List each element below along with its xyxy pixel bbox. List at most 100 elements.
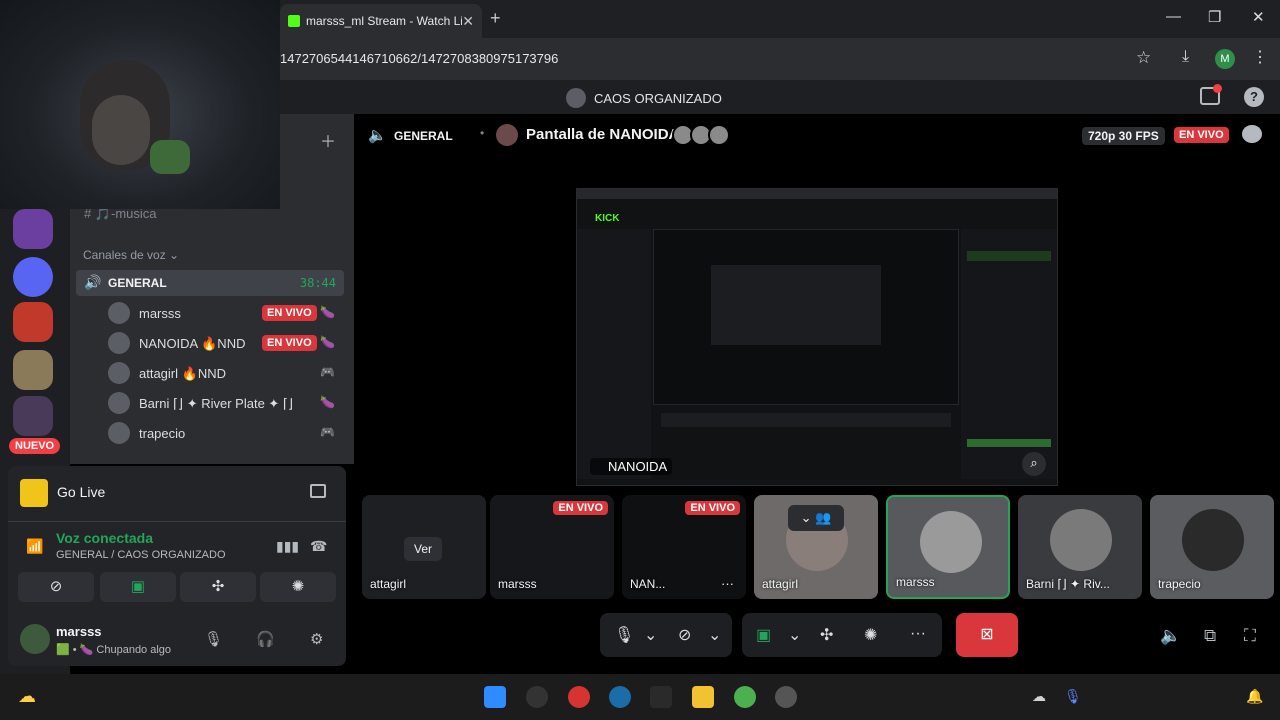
stream-channel-name: GENERAL	[394, 129, 453, 143]
fullscreen-icon[interactable]: ⛶	[1244, 626, 1256, 646]
search-icon[interactable]	[526, 686, 548, 708]
chevron-down-icon[interactable]: ⌄	[644, 625, 657, 645]
participant-tile[interactable]: Ver attagirl	[362, 495, 486, 599]
soundboard-button[interactable]: ✺	[260, 572, 336, 602]
microphone-icon[interactable]: 🎙	[614, 625, 634, 645]
live-badge: EN VIVO	[553, 501, 608, 515]
participant-tile[interactable]: marsss	[886, 495, 1010, 599]
stop-stream-button[interactable]: ⊠	[956, 613, 1018, 657]
voice-member[interactable]: marsss EN VIVO 🍆	[108, 302, 344, 326]
user-avatar[interactable]	[20, 624, 50, 654]
avatar	[108, 302, 130, 324]
avatar	[108, 422, 130, 444]
group-icon[interactable]: ⌄ 👥	[788, 505, 844, 531]
app-icon[interactable]	[775, 686, 797, 708]
separator-dot: •	[480, 126, 485, 140]
download-icon[interactable]: ⤓	[1182, 48, 1189, 66]
add-member-icon[interactable]: ＋	[320, 128, 336, 152]
maximize-button[interactable]: ❐	[1208, 8, 1221, 26]
noise-suppression-icon[interactable]: ▮▮▮	[276, 538, 299, 555]
more-options-icon[interactable]: ···	[910, 625, 926, 643]
screen-share-icon[interactable]: ▣	[756, 625, 771, 645]
minimize-button[interactable]: —	[1166, 8, 1181, 25]
chrome-icon[interactable]	[734, 686, 756, 708]
go-live-label[interactable]: Go Live	[57, 484, 105, 500]
tile-label: trapecio	[1158, 577, 1201, 591]
shared-nested-screen	[711, 265, 881, 345]
participant-tile[interactable]: EN VIVO NAN... ···	[622, 495, 746, 599]
url-field[interactable]: 1472706544146710662/1472708380975173796	[280, 51, 558, 66]
stream-stage: 🔈 GENERAL • Pantalla de NANOIDA 720p 30 …	[354, 114, 1280, 674]
system-tray-icon[interactable]: ☁	[1032, 688, 1046, 705]
participant-tile[interactable]: ⌄ 👥 attagirl	[754, 495, 878, 599]
shared-description	[661, 413, 951, 427]
volume-icon[interactable]: 🔈	[1160, 626, 1181, 646]
chat-icon[interactable]	[1242, 125, 1262, 143]
voice-category[interactable]: Canales de voz ⌄	[83, 248, 179, 262]
shared-screen[interactable]: KICK	[576, 188, 1058, 486]
server-item[interactable]	[13, 396, 53, 436]
microphone-icon[interactable]: 🎙	[204, 630, 223, 648]
member-name: Barni ⌈⌋ ✦ River Plate ✦ ⌈⌋	[139, 396, 294, 411]
zoom-icon[interactable]: ⌕	[1022, 452, 1046, 476]
user-name[interactable]: marsss	[56, 624, 102, 639]
headphones-icon[interactable]: 🎧	[256, 630, 275, 648]
chevron-down-icon[interactable]: ⌄	[788, 625, 801, 645]
bookmark-star-icon[interactable]: ☆	[1136, 48, 1151, 68]
stream-quality-badge: 720p 30 FPS	[1082, 127, 1165, 145]
server-item[interactable]	[13, 209, 53, 249]
disconnect-icon[interactable]: ☎	[310, 538, 327, 555]
new-badge: NUEVO	[9, 438, 61, 454]
signal-icon[interactable]: 📶	[26, 538, 43, 555]
speaker-icon: 🔈	[368, 127, 387, 144]
participant-tile[interactable]: Barni ⌈⌋ ✦ Riv...	[1018, 495, 1142, 599]
profile-avatar[interactable]: M	[1215, 49, 1235, 69]
live-badge: EN VIVO	[685, 501, 740, 515]
close-tab-icon[interactable]: ✕	[462, 13, 474, 30]
steam-icon[interactable]	[609, 686, 631, 708]
activities-button[interactable]: ✣	[180, 572, 256, 602]
weather-icon[interactable]: ☁	[18, 686, 36, 707]
voice-member[interactable]: Barni ⌈⌋ ✦ River Plate ✦ ⌈⌋ 🍆	[108, 392, 344, 416]
live-badge: EN VIVO	[262, 335, 317, 351]
chevron-down-icon[interactable]: ⌄	[708, 625, 721, 645]
help-icon[interactable]: ?	[1244, 87, 1264, 107]
participant-tile[interactable]: trapecio	[1150, 495, 1274, 599]
windows-start-icon[interactable]	[484, 686, 506, 708]
browser-menu-icon[interactable]: ⋮	[1252, 47, 1268, 67]
tile-label: attagirl	[762, 577, 799, 591]
new-tab-button[interactable]: +	[490, 8, 501, 29]
settings-gear-icon[interactable]: ⚙	[310, 630, 323, 648]
server-item[interactable]	[13, 350, 53, 390]
more-options-icon[interactable]: ···	[721, 576, 734, 591]
voice-connected-subtitle[interactable]: GENERAL / CAOS ORGANIZADO	[56, 549, 226, 561]
epic-games-icon[interactable]	[650, 686, 672, 708]
member-name: NANOIDA 🔥NND	[139, 336, 246, 351]
close-window-button[interactable]: ✕	[1252, 8, 1265, 26]
app-icon[interactable]	[568, 686, 590, 708]
voice-member[interactable]: trapecio 🎮	[108, 422, 344, 446]
browser-tab[interactable]: marsss_ml Stream - Watch Live ✕	[280, 4, 482, 38]
camera-off-button[interactable]: ⊘	[18, 572, 94, 602]
popout-icon[interactable]: ⧉	[1204, 626, 1216, 646]
shared-browser-bar	[577, 189, 1057, 199]
voice-member[interactable]: NANOIDA 🔥NND EN VIVO 🍆	[108, 332, 344, 356]
file-explorer-icon[interactable]	[692, 686, 714, 708]
viewer-avatars[interactable]	[672, 124, 738, 146]
activities-icon[interactable]: ✣	[820, 625, 833, 645]
server-folder-icon[interactable]	[13, 257, 53, 297]
microphone-tray-icon[interactable]: 🎙	[1064, 688, 1082, 705]
close-go-live-icon[interactable]	[310, 484, 326, 498]
server-item[interactable]	[13, 302, 53, 342]
voice-channel-general[interactable]: 🔊 GENERAL 38:44	[76, 270, 344, 296]
shared-sidebar	[577, 229, 651, 479]
voice-member[interactable]: attagirl 🔥NND 🎮	[108, 362, 344, 386]
screen-share-button[interactable]: ▣	[100, 572, 176, 602]
avatar	[708, 124, 730, 146]
watch-button[interactable]: Ver	[404, 537, 443, 561]
camera-off-icon[interactable]: ⊘	[678, 625, 691, 645]
participant-tile[interactable]: EN VIVO marsss	[490, 495, 614, 599]
notification-icon[interactable]: 🔔	[1246, 688, 1263, 705]
os-taskbar: ☁ ☁ 🎙 🔔	[0, 674, 1280, 720]
soundboard-icon[interactable]: ✺	[864, 625, 877, 645]
